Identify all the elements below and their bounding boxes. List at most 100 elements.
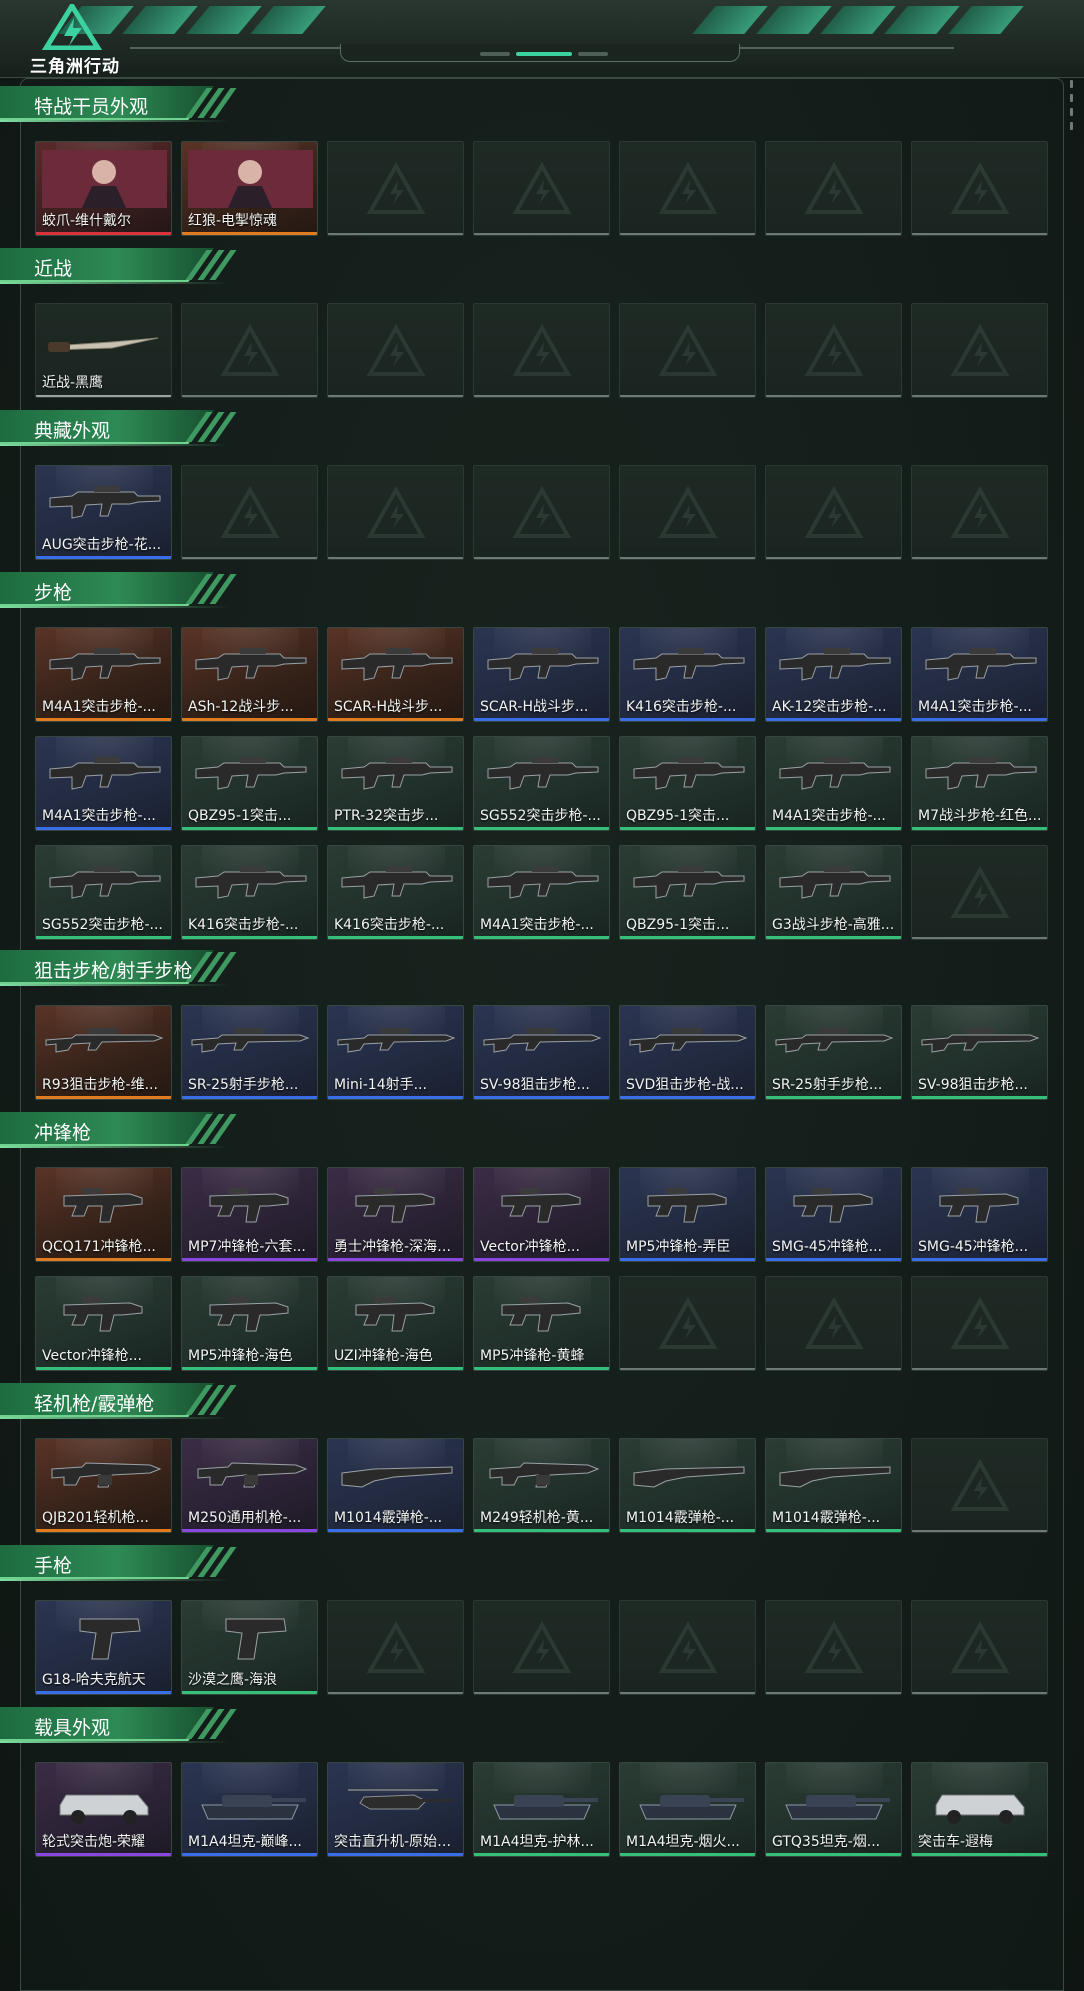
- skin-card[interactable]: K416突击步枪-...: [327, 845, 464, 940]
- skin-name: 近战-黑鹰: [42, 375, 104, 391]
- section-underline: [0, 1741, 230, 1743]
- skin-card[interactable]: Mini-14射手...: [327, 1005, 464, 1100]
- skin-card[interactable]: AUG突击步枪-花...: [35, 465, 172, 560]
- skin-card[interactable]: M7战斗步枪-红色...: [911, 736, 1048, 831]
- skin-card[interactable]: SG552突击步枪-...: [35, 845, 172, 940]
- skin-card[interactable]: SCAR-H战斗步...: [327, 627, 464, 722]
- skin-card[interactable]: SV-98狙击步枪...: [473, 1005, 610, 1100]
- skin-name: M249轻机枪-黄...: [480, 1510, 594, 1526]
- skin-card[interactable]: M249轻机枪-黄...: [473, 1438, 610, 1533]
- scroll-indicator[interactable]: [1070, 80, 1074, 130]
- rarity-bar: [36, 232, 171, 235]
- section-underline: [0, 606, 230, 608]
- skin-card[interactable]: SMG-45冲锋枪...: [911, 1167, 1048, 1262]
- skin-card[interactable]: M1014霰弹枪-...: [619, 1438, 756, 1533]
- skin-card[interactable]: PTR-32突击步...: [327, 736, 464, 831]
- section-header: 步枪: [0, 572, 237, 608]
- top-header: 三角洲行动: [0, 0, 1084, 78]
- smg-icon: [501, 1297, 581, 1332]
- skin-card[interactable]: QJB201轻机枪...: [35, 1438, 172, 1533]
- skin-card[interactable]: 突击直升机-原始伪...: [327, 1762, 464, 1857]
- section-header-slashes: [185, 412, 237, 442]
- skin-card[interactable]: M250通用机枪-...: [181, 1438, 318, 1533]
- skin-card[interactable]: SVD狙击步枪-战...: [619, 1005, 756, 1100]
- rarity-bar: [474, 233, 609, 235]
- rarity-bar: [36, 1096, 171, 1099]
- skin-card[interactable]: 勇士冲锋枪-深海恐...: [327, 1167, 464, 1262]
- tank-icon: [493, 1795, 598, 1820]
- skin-card[interactable]: SR-25射手步枪...: [765, 1005, 902, 1100]
- skin-card[interactable]: GTQ35坦克-烟...: [765, 1762, 902, 1857]
- skin-card[interactable]: M1A4坦克-护林...: [473, 1762, 610, 1857]
- skin-card[interactable]: K416突击步枪-...: [619, 627, 756, 722]
- skin-card[interactable]: 红狼-电掣惊魂: [181, 141, 318, 236]
- skin-name: Mini-14射手...: [334, 1077, 427, 1093]
- skin-card[interactable]: QBZ95-1突击...: [181, 736, 318, 831]
- skin-card[interactable]: MP7冲锋枪-六套...: [181, 1167, 318, 1262]
- skin-card[interactable]: UZI冲锋枪-海色: [327, 1276, 464, 1371]
- skin-name: 突击直升机-原始伪...: [334, 1834, 462, 1850]
- rarity-bar: [36, 1853, 171, 1856]
- skin-card[interactable]: MP5冲锋枪-海色: [181, 1276, 318, 1371]
- skin-card[interactable]: SCAR-H战斗步...: [473, 627, 610, 722]
- skin-card[interactable]: G3战斗步枪-高雅...: [765, 845, 902, 940]
- skin-card[interactable]: M4A1突击步枪-...: [765, 736, 902, 831]
- skin-card[interactable]: M1A4坦克-巅峰...: [181, 1762, 318, 1857]
- skin-card[interactable]: QBZ95-1突击...: [619, 736, 756, 831]
- skin-card[interactable]: M1014霰弹枪-...: [327, 1438, 464, 1533]
- skin-card[interactable]: Vector冲锋枪...: [473, 1167, 610, 1262]
- rarity-bar: [328, 557, 463, 559]
- skin-card[interactable]: M4A1突击步枪-...: [473, 845, 610, 940]
- rarity-bar: [766, 395, 901, 397]
- sniper-icon: [629, 1028, 748, 1053]
- skin-card[interactable]: ASh-12战斗步...: [181, 627, 318, 722]
- skin-card[interactable]: 近战-黑鹰: [35, 303, 172, 398]
- skin-card[interactable]: 沙漠之鹰-海浪: [181, 1600, 318, 1695]
- rifle-icon: [49, 866, 161, 899]
- skin-card[interactable]: SG552突击步枪-...: [473, 736, 610, 831]
- skin-name: M4A1突击步枪-...: [42, 808, 156, 824]
- empty-slot: [911, 1438, 1048, 1533]
- skin-card[interactable]: M1A4坦克-烟火...: [619, 1762, 756, 1857]
- skin-name: QBZ95-1突击...: [626, 917, 730, 933]
- lmg-icon: [489, 1462, 600, 1488]
- skin-card[interactable]: M4A1突击步枪-...: [911, 627, 1048, 722]
- rarity-bar: [36, 1258, 171, 1261]
- skin-card[interactable]: QBZ95-1突击...: [619, 845, 756, 940]
- rarity-bar: [912, 718, 1047, 721]
- helicopter-icon: [348, 1789, 452, 1810]
- skin-card[interactable]: MP5冲锋枪-黄蜂: [473, 1276, 610, 1371]
- skin-card[interactable]: M4A1突击步枪-...: [35, 627, 172, 722]
- skin-card[interactable]: M1014霰弹枪-...: [765, 1438, 902, 1533]
- rarity-bar: [912, 395, 1047, 397]
- rarity-bar: [766, 233, 901, 235]
- skin-card[interactable]: 轮式突击炮-荣耀: [35, 1762, 172, 1857]
- section-title: 手枪: [34, 1555, 73, 1577]
- skin-card[interactable]: SV-98狙击步枪...: [911, 1005, 1048, 1100]
- rarity-bar: [766, 718, 901, 721]
- skin-card[interactable]: QCQ171冲锋枪...: [35, 1167, 172, 1262]
- sniper-icon: [45, 1028, 164, 1053]
- skin-name: M1A4坦克-护林...: [480, 1834, 594, 1850]
- skin-card[interactable]: R93狙击步枪-维...: [35, 1005, 172, 1100]
- empty-slot-logo-icon: [804, 1620, 864, 1673]
- skin-card[interactable]: K416突击步枪-...: [181, 845, 318, 940]
- skin-card[interactable]: G18-哈夫克航天: [35, 1600, 172, 1695]
- skin-card[interactable]: 蛟爪-维什戴尔: [35, 141, 172, 236]
- skin-card[interactable]: AK-12突击步枪-...: [765, 627, 902, 722]
- rarity-bar: [912, 233, 1047, 235]
- skin-card[interactable]: M4A1突击步枪-...: [35, 736, 172, 831]
- empty-slot-logo-icon: [512, 1620, 572, 1673]
- skin-card[interactable]: 突击车-遐梅: [911, 1762, 1048, 1857]
- skin-card[interactable]: SR-25射手步枪...: [181, 1005, 318, 1100]
- operator-skin-icon: [42, 150, 167, 208]
- skin-card[interactable]: Vector冲锋枪...: [35, 1276, 172, 1371]
- skin-name: M4A1突击步枪-...: [772, 808, 886, 824]
- skin-card[interactable]: SMG-45冲锋枪...: [765, 1167, 902, 1262]
- rarity-bar: [36, 395, 171, 397]
- rarity-bar: [182, 557, 317, 559]
- rifle-icon: [779, 757, 891, 790]
- skin-card[interactable]: MP5冲锋枪-弄臣: [619, 1167, 756, 1262]
- rarity-bar: [328, 936, 463, 939]
- skin-name: MP7冲锋枪-六套...: [188, 1239, 306, 1255]
